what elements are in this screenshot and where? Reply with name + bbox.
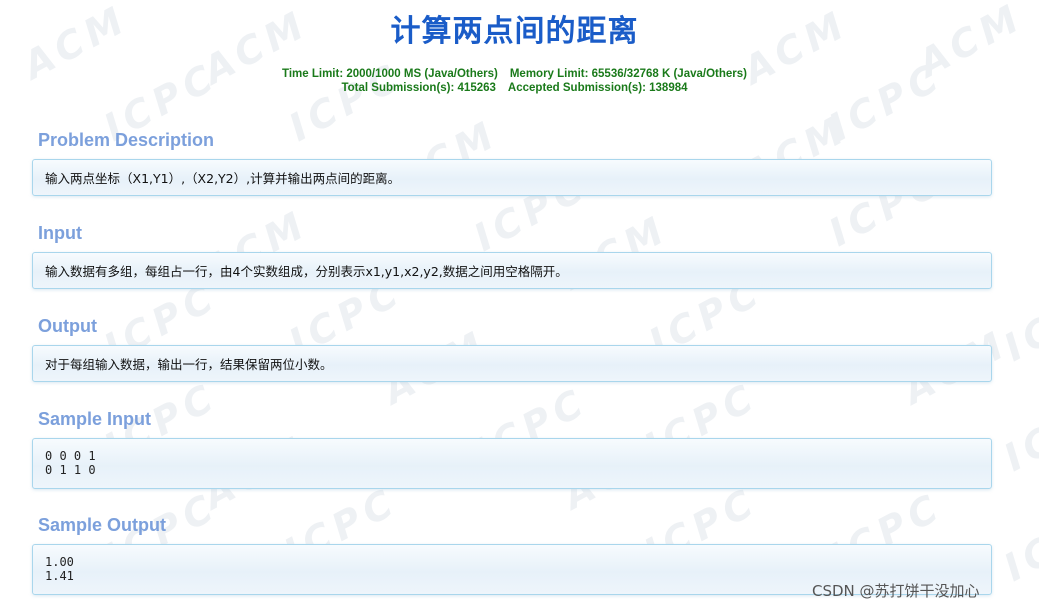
- total-submissions: Total Submission(s): 415263: [341, 82, 496, 94]
- description-text: 输入两点坐标（X1,Y1）,（X2,Y2）,计算并输出两点间的距离。: [45, 171, 401, 186]
- sample-output-heading: Sample Output: [38, 515, 167, 535]
- problem-page: ACM ACM ACM ACM ICPC ICPC ICPC ACM ACM I…: [0, 0, 1039, 609]
- memory-limit: Memory Limit: 65536/32768 K (Java/Others…: [509, 68, 747, 80]
- description-panel: 输入两点坐标（X1,Y1）,（X2,Y2）,计算并输出两点间的距离。: [32, 159, 992, 196]
- input-panel: 输入数据有多组，每组占一行，由4个实数组成，分别表示x1,y1,x2,y2,数据…: [32, 252, 992, 289]
- output-heading: Output: [38, 316, 97, 336]
- problem-limits: Time Limit: 2000/1000 MS (Java/Others) Me…: [0, 67, 1029, 95]
- problem-title: 计算两点间的距离: [390, 14, 639, 49]
- output-panel: 对于每组输入数据，输出一行，结果保留两位小数。: [32, 345, 992, 382]
- limits-line-2: Total Submission(s): 415263 Accepted Subm…: [0, 81, 1029, 95]
- sample-input-heading: Sample Input: [38, 409, 152, 429]
- input-heading: Input: [38, 223, 82, 243]
- input-text: 输入数据有多组，每组占一行，由4个实数组成，分别表示x1,y1,x2,y2,数据…: [45, 264, 568, 279]
- output-text: 对于每组输入数据，输出一行，结果保留两位小数。: [45, 357, 333, 372]
- accepted-submissions: Accepted Submission(s): 138984: [507, 82, 688, 94]
- csdn-credit-watermark: CSDN @苏打饼干没加心: [812, 582, 980, 600]
- watermark-text: ICPC: [996, 383, 1039, 481]
- limits-line-1: Time Limit: 2000/1000 MS (Java/Others) Me…: [0, 67, 1029, 81]
- sample-input-panel: 0 0 0 1 0 1 1 0: [32, 438, 992, 489]
- watermark-text: ICPC: [996, 273, 1039, 371]
- time-limit: Time Limit: 2000/1000 MS (Java/Others): [282, 68, 498, 80]
- description-heading: Problem Description: [38, 130, 215, 150]
- watermark-text: ICPC: [996, 493, 1039, 591]
